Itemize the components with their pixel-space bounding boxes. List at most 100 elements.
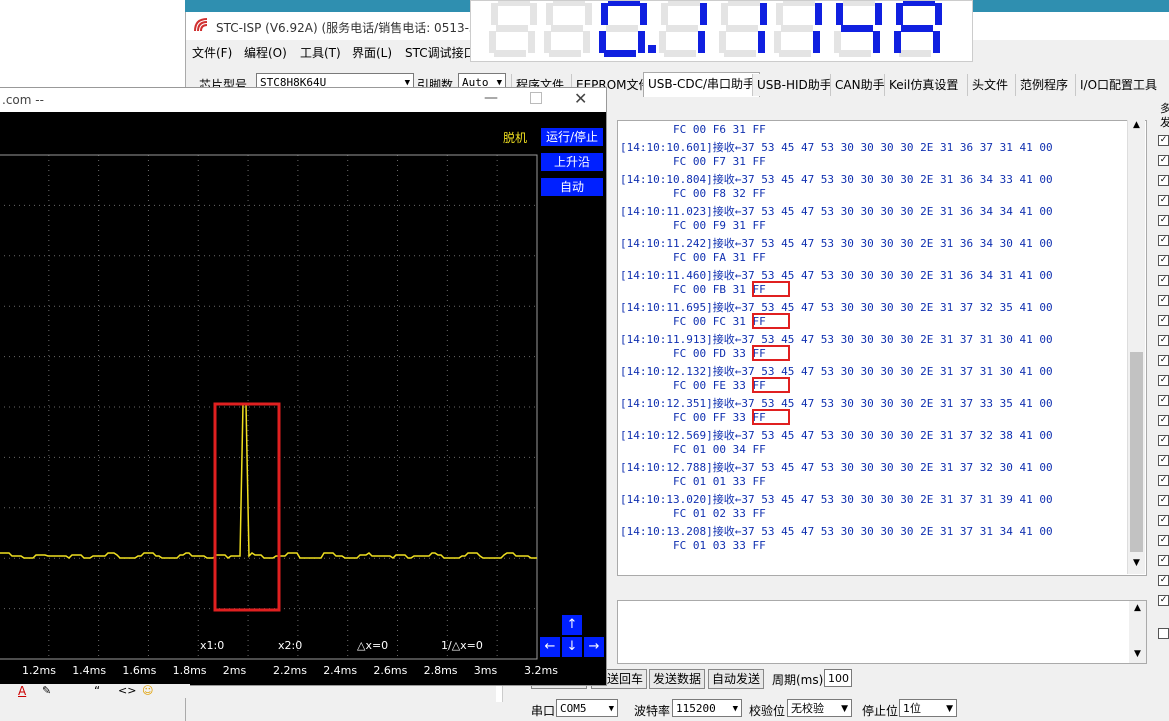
digit-segment bbox=[496, 25, 528, 32]
multi-send-checkbox[interactable]: ✓ bbox=[1158, 135, 1169, 146]
digit-segment bbox=[700, 3, 707, 25]
menu-tools[interactable]: 工具(T) bbox=[300, 44, 341, 61]
multi-send-checkbox[interactable]: ✓ bbox=[1158, 175, 1169, 186]
arrow-down-button[interactable]: ↓ bbox=[562, 637, 582, 657]
multi-send-checkbox[interactable]: ✓ bbox=[1158, 195, 1169, 206]
multi-send-checkbox[interactable]: ✓ bbox=[1158, 295, 1169, 306]
scope-status: 脱机 bbox=[503, 131, 528, 145]
arrow-up-button[interactable]: ↑ bbox=[562, 615, 582, 635]
stopbit-label: 停止位 bbox=[862, 704, 899, 718]
multi-send-checkbox[interactable]: ✓ bbox=[1158, 215, 1169, 226]
digit-segment bbox=[843, 1, 875, 6]
receive-line: FC 00 FF 33 FF bbox=[620, 411, 766, 424]
receive-line: FC 01 03 33 FF bbox=[620, 539, 766, 552]
send-data-button[interactable]: 发送数据 bbox=[649, 669, 706, 689]
receive-line: FC 00 FC 31 FF bbox=[620, 315, 766, 328]
multi-send-checkbox[interactable]: ✓ bbox=[1158, 475, 1169, 486]
digit-segment bbox=[546, 3, 553, 25]
digit-segment bbox=[935, 3, 942, 25]
minimize-icon[interactable]: — bbox=[484, 90, 498, 106]
multi-send-checkbox[interactable]: ✓ bbox=[1158, 515, 1169, 526]
digit-segment bbox=[783, 1, 815, 6]
multi-send-checkbox[interactable]: ✓ bbox=[1158, 495, 1169, 506]
digit-segment bbox=[661, 3, 668, 25]
multi-send-checkbox[interactable]: ✓ bbox=[1158, 155, 1169, 166]
chevron-down-icon[interactable]: ▼ bbox=[1128, 558, 1145, 572]
trigger-edge-button[interactable]: 上升沿 bbox=[541, 153, 603, 171]
multi-send-checkbox[interactable]: ✓ bbox=[1158, 575, 1169, 586]
parity-value: 无校验 bbox=[791, 702, 824, 715]
multi-send-checkbox[interactable]: ✓ bbox=[1158, 455, 1169, 466]
multi-send-checkbox[interactable]: ✓ bbox=[1158, 315, 1169, 326]
tab-can[interactable]: CAN助手 bbox=[830, 74, 889, 96]
x-tick-label: 1.6ms bbox=[122, 664, 157, 677]
multi-send-checkbox[interactable]: ✓ bbox=[1158, 415, 1169, 426]
send-buffer-input[interactable]: ▲ ▼ bbox=[617, 600, 1147, 664]
maximize-icon[interactable] bbox=[530, 92, 542, 104]
multi-send-checkbox[interactable]: ✓ bbox=[1158, 255, 1169, 266]
code-icon[interactable]: <> bbox=[118, 684, 136, 697]
arrow-right-button[interactable]: → bbox=[584, 637, 604, 657]
chevron-down-icon[interactable]: ▼ bbox=[1129, 649, 1146, 659]
receive-line: [14:10:12.569]接收←37 53 45 47 53 30 30 30… bbox=[620, 429, 1053, 442]
quote-icon[interactable]: “ bbox=[94, 684, 100, 698]
pen-icon[interactable]: ✎ bbox=[42, 684, 51, 697]
digit-segment bbox=[875, 3, 882, 25]
parity-select[interactable]: 无校验 ▼ bbox=[787, 699, 852, 717]
multi-send-checkbox[interactable]: ✓ bbox=[1158, 555, 1169, 566]
digit-segment bbox=[585, 3, 592, 25]
scope-title-bar: .com -- — ✕ bbox=[0, 88, 606, 112]
tab-keil[interactable]: Keil仿真设置 bbox=[884, 74, 963, 96]
multi-send-checkbox[interactable]: ✓ bbox=[1158, 235, 1169, 246]
scope-plot-border bbox=[0, 154, 538, 660]
scrollbar-thumb[interactable] bbox=[1130, 352, 1143, 552]
port-select[interactable]: COM5 ▼ bbox=[556, 699, 618, 717]
scope-display[interactable]: 脱机 运行/停止 上升沿 自动 ↑ ← ↓ → x1:0 x2:0 △x=0 1… bbox=[0, 112, 606, 685]
cursor-x2: x2:0 bbox=[278, 639, 303, 652]
receive-line: FC 01 02 33 FF bbox=[620, 507, 766, 520]
digit-segment bbox=[839, 50, 871, 57]
receive-line: FC 00 F9 31 FF bbox=[620, 219, 766, 232]
tab-header-file[interactable]: 头文件 bbox=[967, 74, 1013, 96]
multi-send-checkbox[interactable]: ✓ bbox=[1158, 595, 1169, 606]
multi-send-checkbox[interactable]: ✓ bbox=[1158, 275, 1169, 286]
multi-send-checkbox[interactable]: ✓ bbox=[1158, 335, 1169, 346]
digit-segment bbox=[640, 3, 647, 25]
receive-line: [14:10:10.804]接收←37 53 45 47 53 30 30 30… bbox=[620, 173, 1053, 186]
tab-io-config[interactable]: I/O口配置工具 bbox=[1075, 74, 1162, 96]
menu-file[interactable]: 文件(F) bbox=[192, 44, 232, 61]
auto-button[interactable]: 自动 bbox=[541, 178, 603, 196]
tab-examples[interactable]: 范例程序 bbox=[1015, 74, 1073, 96]
chevron-down-icon: ▼ bbox=[946, 704, 953, 714]
receive-scrollbar[interactable]: ▲ ▼ bbox=[1127, 120, 1145, 574]
multi-send-checkbox[interactable]: ✓ bbox=[1158, 395, 1169, 406]
chevron-up-icon[interactable]: ▲ bbox=[1129, 603, 1146, 613]
multi-send-checkbox[interactable]: ✓ bbox=[1158, 375, 1169, 386]
auto-send-button[interactable]: 自动发送 bbox=[708, 669, 765, 689]
close-icon[interactable]: ✕ bbox=[574, 89, 587, 108]
option-checkbox[interactable] bbox=[1158, 628, 1169, 639]
period-input[interactable]: 100 bbox=[824, 669, 852, 687]
menu-program[interactable]: 编程(O) bbox=[244, 44, 287, 61]
menu-interface[interactable]: 界面(L) bbox=[352, 44, 392, 61]
menu-stc-debug[interactable]: STC调试接口 bbox=[405, 44, 476, 61]
arrow-left-button[interactable]: ← bbox=[540, 637, 560, 657]
stopbit-value: 1位 bbox=[903, 702, 921, 715]
emoji-icon[interactable]: ☺ bbox=[142, 684, 153, 697]
run-stop-button[interactable]: 运行/停止 bbox=[541, 128, 603, 146]
chevron-up-icon[interactable]: ▲ bbox=[1128, 120, 1145, 134]
tab-usb-cdc[interactable]: USB-CDC/串口助手 bbox=[643, 72, 761, 97]
tab-usb-hid[interactable]: USB-HID助手 bbox=[752, 74, 836, 96]
digit-segment bbox=[760, 3, 767, 25]
scope-plot bbox=[0, 154, 538, 660]
send-scrollbar[interactable]: ▲ ▼ bbox=[1129, 601, 1146, 663]
multi-send-checkbox[interactable]: ✓ bbox=[1158, 535, 1169, 546]
baud-select[interactable]: 115200 ▼ bbox=[672, 699, 742, 717]
multi-send-checkbox[interactable]: ✓ bbox=[1158, 435, 1169, 446]
font-color-icon[interactable]: A bbox=[18, 684, 26, 698]
multi-send-checkbox[interactable]: ✓ bbox=[1158, 355, 1169, 366]
receive-line: [14:10:11.913]接收←37 53 45 47 53 30 30 30… bbox=[620, 333, 1053, 346]
stopbit-select[interactable]: 1位 ▼ bbox=[899, 699, 957, 717]
receive-buffer[interactable]: FC 00 F6 31 FF [14:10:10.601]接收←37 53 45 … bbox=[617, 120, 1147, 576]
digit-segment bbox=[758, 31, 765, 53]
